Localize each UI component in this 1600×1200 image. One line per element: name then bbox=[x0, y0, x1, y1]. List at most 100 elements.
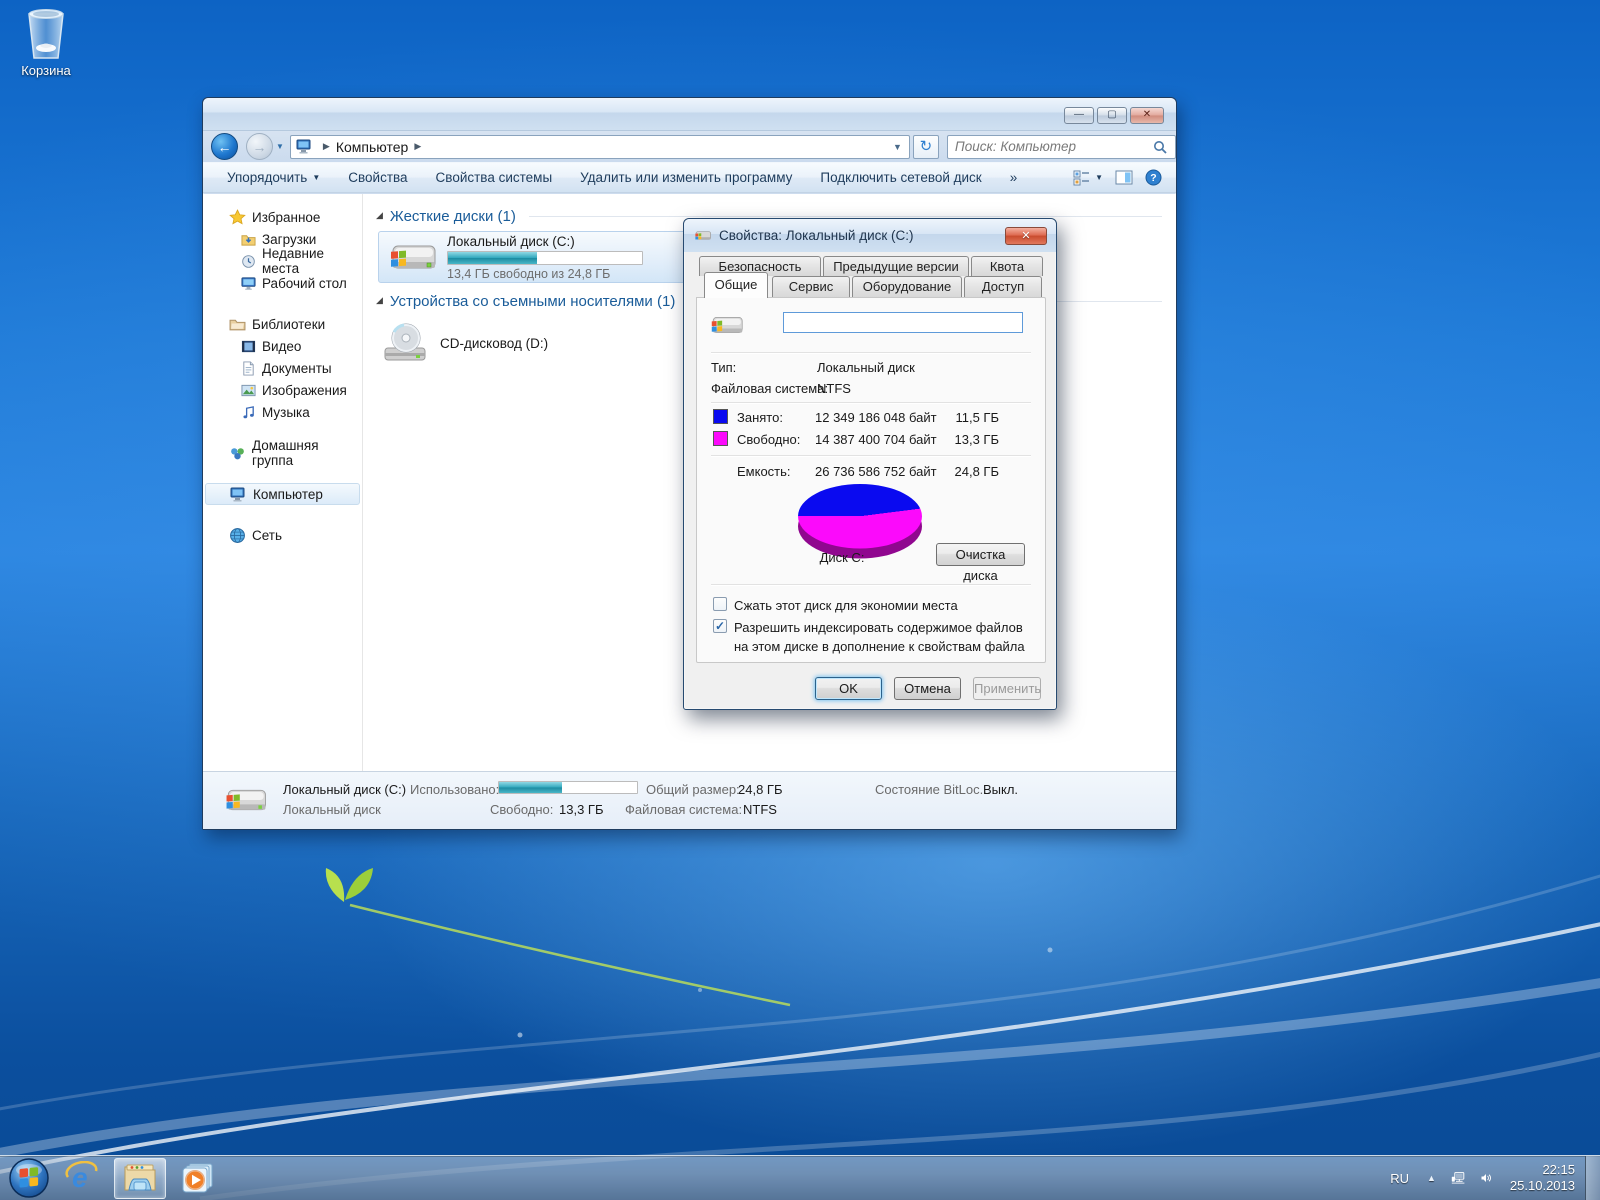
command-toolbar: Упорядочить ▼ Свойства Свойства системы … bbox=[203, 162, 1176, 193]
pictures-icon bbox=[241, 383, 256, 398]
sidebar-item-music[interactable]: Музыка bbox=[203, 401, 362, 423]
filesystem-label: Файловая система: bbox=[711, 381, 828, 396]
maximize-button[interactable]: ▢ bbox=[1097, 107, 1127, 124]
hidden-icons-button[interactable]: ▲ bbox=[1419, 1173, 1444, 1183]
media-player-icon bbox=[181, 1161, 215, 1195]
breadcrumb-arrow-2[interactable]: ▶ bbox=[408, 141, 427, 152]
dialog-titlebar[interactable]: Свойства: Локальный диск (C:) bbox=[684, 219, 1056, 252]
sidebar-item-desktop[interactable]: Рабочий стол bbox=[203, 272, 362, 294]
navigation-pane: Избранное Загрузки Недавние места Рабочи… bbox=[203, 194, 363, 771]
taskbar: e RU ▲ bbox=[0, 1155, 1600, 1200]
used-label: Занято: bbox=[737, 410, 783, 425]
start-button[interactable] bbox=[8, 1157, 50, 1199]
refresh-button[interactable]: ↻ bbox=[913, 135, 939, 159]
status-bitlocker-label: Состояние BitLoc... bbox=[875, 782, 990, 797]
svg-text:?: ? bbox=[1150, 172, 1156, 184]
sidebar-item-pictures[interactable]: Изображения bbox=[203, 379, 362, 401]
tab-tools[interactable]: Сервис bbox=[772, 276, 850, 297]
details-pane: Локальный диск (C:) Локальный диск Испол… bbox=[203, 771, 1176, 829]
drive-icon bbox=[709, 310, 745, 340]
compress-checkbox[interactable] bbox=[713, 597, 727, 611]
tab-hardware[interactable]: Оборудование bbox=[852, 276, 962, 297]
tab-previous-versions[interactable]: Предыдущие версии bbox=[823, 256, 969, 276]
window-titlebar[interactable] bbox=[203, 98, 1176, 131]
taskbar-media-player[interactable] bbox=[172, 1158, 224, 1199]
recent-places-icon bbox=[241, 254, 256, 269]
hard-drive-icon bbox=[387, 236, 439, 278]
svg-text:e: e bbox=[72, 1162, 88, 1193]
status-drive-type: Локальный диск bbox=[283, 802, 381, 817]
breadcrumb[interactable]: Компьютер bbox=[336, 139, 408, 155]
recent-pages-dropdown[interactable]: ▼ bbox=[276, 142, 284, 151]
back-button[interactable]: ← bbox=[211, 133, 238, 160]
close-button[interactable]: ✕ bbox=[1130, 107, 1164, 124]
general-tab-page: Тип: Локальный диск Файловая система: NT… bbox=[696, 297, 1046, 663]
sidebar-item-homegroup[interactable]: Домашняя группа bbox=[203, 442, 362, 464]
cd-drive-name: CD-дисковод (D:) bbox=[440, 336, 548, 351]
taskbar-windows-explorer[interactable] bbox=[114, 1158, 166, 1199]
sidebar-item-recent-places[interactable]: Недавние места bbox=[203, 250, 362, 272]
sidebar-item-documents[interactable]: Документы bbox=[203, 357, 362, 379]
homegroup-icon bbox=[229, 445, 246, 462]
views-button[interactable]: ▼ bbox=[1073, 170, 1103, 186]
forward-button[interactable]: → bbox=[246, 133, 273, 160]
disk-cleanup-button[interactable]: Очистка диска bbox=[936, 543, 1025, 566]
uninstall-program-button[interactable]: Удалить или изменить программу bbox=[566, 170, 806, 185]
status-fs-label: Файловая система: bbox=[625, 802, 742, 817]
sidebar-item-computer[interactable]: Компьютер bbox=[205, 483, 360, 505]
taskbar-internet-explorer[interactable]: e bbox=[56, 1158, 108, 1199]
map-network-drive-button[interactable]: Подключить сетевой диск bbox=[806, 170, 995, 185]
recycle-bin-icon bbox=[20, 6, 72, 62]
used-size: 11,5 ГБ bbox=[941, 410, 999, 425]
collapse-icon: ◢ bbox=[376, 295, 383, 306]
preview-pane-icon[interactable] bbox=[1115, 170, 1133, 185]
address-bar[interactable]: ▶ Компьютер ▶ ▼ bbox=[290, 135, 910, 159]
volume-label-input[interactable] bbox=[783, 312, 1023, 333]
refresh-icon: ↻ bbox=[920, 138, 933, 155]
minimize-button[interactable]: — bbox=[1064, 107, 1094, 124]
sidebar-item-favorites[interactable]: Избранное bbox=[203, 206, 362, 228]
index-checkbox[interactable]: ✓ bbox=[713, 619, 727, 633]
ok-button[interactable]: OK bbox=[815, 677, 882, 700]
free-color-swatch bbox=[713, 431, 728, 446]
clock-date: 25.10.2013 bbox=[1510, 1178, 1575, 1194]
status-bitlocker-value: Выкл. bbox=[983, 782, 1018, 797]
music-icon bbox=[241, 405, 256, 420]
show-desktop-button[interactable] bbox=[1585, 1156, 1600, 1200]
tab-quota[interactable]: Квота bbox=[971, 256, 1043, 276]
free-label: Свободно: bbox=[737, 432, 800, 447]
computer-icon bbox=[230, 486, 247, 503]
language-indicator[interactable]: RU bbox=[1380, 1171, 1419, 1186]
system-properties-button[interactable]: Свойства системы bbox=[422, 170, 567, 185]
properties-dialog: Свойства: Локальный диск (C:) ✕ Безопасн… bbox=[683, 218, 1057, 710]
organize-button[interactable]: Упорядочить ▼ bbox=[213, 170, 334, 185]
recycle-bin[interactable]: Корзина bbox=[8, 6, 84, 78]
close-icon: ✕ bbox=[1143, 109, 1151, 120]
sidebar-item-video[interactable]: Видео bbox=[203, 335, 362, 357]
search-input[interactable] bbox=[948, 137, 1151, 157]
properties-button[interactable]: Свойства bbox=[334, 170, 421, 185]
explorer-folder-icon bbox=[123, 1163, 157, 1193]
used-color-swatch bbox=[713, 409, 728, 424]
help-icon[interactable]: ? bbox=[1145, 169, 1162, 186]
volume-tray-icon[interactable] bbox=[1474, 1167, 1498, 1189]
sidebar-item-libraries[interactable]: Библиотеки bbox=[203, 313, 362, 335]
address-dropdown-icon[interactable]: ▼ bbox=[886, 142, 909, 152]
drive-icon bbox=[694, 228, 712, 243]
sidebar-item-network[interactable]: Сеть bbox=[203, 524, 362, 546]
network-tray-icon[interactable] bbox=[1444, 1167, 1474, 1189]
filesystem-value: NTFS bbox=[817, 381, 851, 396]
taskbar-clock[interactable]: 22:15 25.10.2013 bbox=[1498, 1162, 1585, 1195]
dialog-close-button[interactable]: ✕ bbox=[1005, 227, 1047, 245]
status-free-value: 13,3 ГБ bbox=[559, 802, 603, 817]
toolbar-overflow-button[interactable]: » bbox=[996, 170, 1032, 185]
cancel-button[interactable]: Отмена bbox=[894, 677, 961, 700]
apply-button: Применить bbox=[973, 677, 1041, 700]
search-icon bbox=[1151, 139, 1171, 155]
tab-sharing[interactable]: Доступ bbox=[964, 276, 1042, 297]
free-size: 13,3 ГБ bbox=[941, 432, 999, 447]
network-icon bbox=[229, 527, 246, 544]
video-icon bbox=[241, 339, 256, 354]
status-total-label: Общий размер: bbox=[646, 782, 740, 797]
tab-general[interactable]: Общие bbox=[704, 272, 768, 298]
